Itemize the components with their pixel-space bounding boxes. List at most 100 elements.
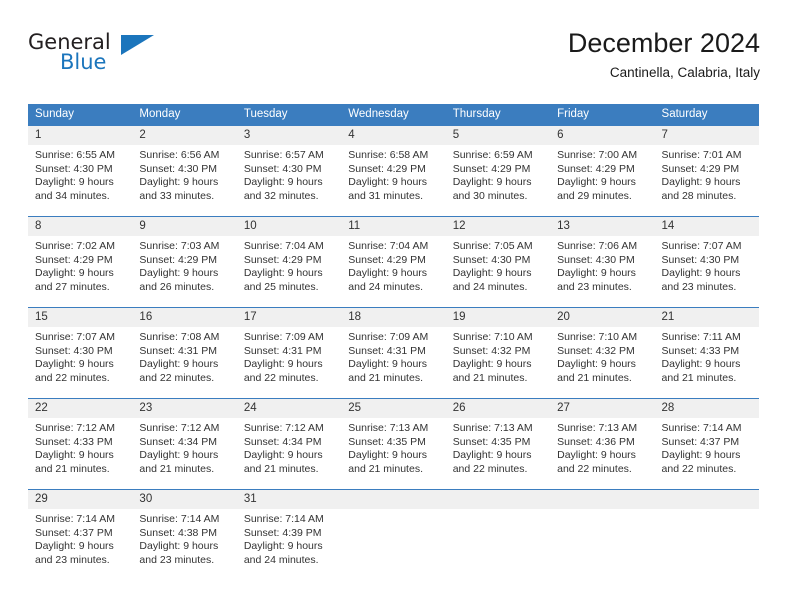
day-cell[interactable]: Sunrise: 6:55 AM Sunset: 4:30 PM Dayligh… bbox=[28, 145, 132, 216]
day-number: 24 bbox=[243, 402, 257, 414]
sunrise-text: Sunrise: 7:11 AM bbox=[661, 331, 741, 343]
day-cell-empty bbox=[655, 509, 759, 580]
sunrise-text: Sunrise: 6:55 AM bbox=[35, 149, 115, 161]
daylight-text-line2: and 32 minutes. bbox=[243, 189, 319, 202]
daylight-text-line1: Daylight: 9 hours bbox=[139, 449, 219, 462]
day-number: 6 bbox=[557, 129, 564, 141]
sunrise-text: Sunrise: 7:12 AM bbox=[243, 422, 324, 434]
sunset-text: Sunset: 4:35 PM bbox=[348, 435, 426, 448]
sunrise-text: Sunrise: 7:07 AM bbox=[661, 240, 742, 252]
page-title: December 2024 bbox=[567, 28, 760, 58]
day-cell[interactable]: Sunrise: 7:00 AM Sunset: 4:29 PM Dayligh… bbox=[550, 145, 654, 216]
sunrise-text: Sunrise: 6:56 AM bbox=[139, 149, 220, 161]
daylight-text-line2: and 22 minutes. bbox=[139, 371, 215, 384]
sunset-text: Sunset: 4:37 PM bbox=[661, 435, 740, 448]
day-cell[interactable]: Sunrise: 6:56 AM Sunset: 4:30 PM Dayligh… bbox=[132, 145, 236, 216]
sunrise-text: Sunrise: 7:01 AM bbox=[661, 149, 742, 161]
day-number: 17 bbox=[243, 311, 257, 323]
day-number: 27 bbox=[557, 402, 570, 414]
sunset-text: Sunset: 4:29 PM bbox=[452, 162, 531, 175]
daylight-text-line2: and 23 minutes. bbox=[139, 553, 215, 566]
daylight-text-line1: Daylight: 9 hours bbox=[348, 176, 428, 189]
day-cell[interactable]: Sunrise: 7:07 AM Sunset: 4:30 PM Dayligh… bbox=[655, 236, 759, 307]
daylight-text-line1: Daylight: 9 hours bbox=[139, 540, 219, 553]
sunrise-text: Sunrise: 6:58 AM bbox=[348, 149, 429, 161]
daylight-text-line2: and 26 minutes. bbox=[139, 280, 215, 293]
day-number-row: 22 23 24 25 26 27 28 bbox=[28, 399, 759, 418]
day-cell[interactable]: Sunrise: 7:12 AM Sunset: 4:33 PM Dayligh… bbox=[28, 418, 132, 489]
day-number: 20 bbox=[557, 311, 570, 323]
sunset-text: Sunset: 4:35 PM bbox=[452, 435, 531, 448]
day-cell[interactable]: Sunrise: 7:12 AM Sunset: 4:34 PM Dayligh… bbox=[132, 418, 236, 489]
daylight-text-line2: and 21 minutes. bbox=[661, 371, 737, 384]
day-cell[interactable]: Sunrise: 7:04 AM Sunset: 4:29 PM Dayligh… bbox=[237, 236, 341, 307]
day-cell[interactable]: Sunrise: 7:14 AM Sunset: 4:38 PM Dayligh… bbox=[132, 509, 236, 580]
day-cell[interactable]: Sunrise: 6:59 AM Sunset: 4:29 PM Dayligh… bbox=[446, 145, 550, 216]
sunrise-text: Sunrise: 7:14 AM bbox=[35, 513, 115, 525]
day-cell[interactable]: Sunrise: 6:58 AM Sunset: 4:29 PM Dayligh… bbox=[341, 145, 445, 216]
day-number: 2 bbox=[139, 129, 146, 141]
daylight-text-line2: and 21 minutes. bbox=[557, 371, 632, 384]
daylight-text-line2: and 21 minutes. bbox=[348, 462, 423, 475]
sunrise-text: Sunrise: 7:14 AM bbox=[139, 513, 220, 525]
sunset-text: Sunset: 4:33 PM bbox=[35, 435, 113, 448]
day-cell[interactable]: Sunrise: 7:14 AM Sunset: 4:37 PM Dayligh… bbox=[28, 509, 132, 580]
day-cell[interactable]: Sunrise: 7:09 AM Sunset: 4:31 PM Dayligh… bbox=[237, 327, 341, 398]
day-number bbox=[341, 490, 445, 509]
day-cell[interactable]: Sunrise: 7:12 AM Sunset: 4:34 PM Dayligh… bbox=[237, 418, 341, 489]
day-number: 21 bbox=[661, 311, 675, 323]
weekday-header-tuesday: Tuesday bbox=[243, 108, 288, 120]
daylight-text-line2: and 33 minutes. bbox=[139, 189, 215, 202]
sunrise-text: Sunrise: 7:04 AM bbox=[348, 240, 429, 252]
daylight-text-line2: and 22 minutes. bbox=[452, 462, 528, 475]
day-cell[interactable]: Sunrise: 7:13 AM Sunset: 4:35 PM Dayligh… bbox=[341, 418, 445, 489]
daylight-text-line1: Daylight: 9 hours bbox=[452, 449, 532, 462]
day-cell[interactable]: Sunrise: 7:13 AM Sunset: 4:35 PM Dayligh… bbox=[446, 418, 550, 489]
sunset-text: Sunset: 4:39 PM bbox=[243, 526, 322, 539]
day-cell[interactable]: Sunrise: 7:03 AM Sunset: 4:29 PM Dayligh… bbox=[132, 236, 236, 307]
sunset-text: Sunset: 4:30 PM bbox=[35, 344, 113, 357]
daylight-text-line1: Daylight: 9 hours bbox=[557, 449, 636, 462]
day-cell[interactable]: Sunrise: 7:06 AM Sunset: 4:30 PM Dayligh… bbox=[550, 236, 654, 307]
day-number bbox=[655, 490, 759, 509]
day-cell[interactable]: Sunrise: 7:02 AM Sunset: 4:29 PM Dayligh… bbox=[28, 236, 132, 307]
day-cell[interactable]: Sunrise: 7:10 AM Sunset: 4:32 PM Dayligh… bbox=[550, 327, 654, 398]
sunrise-text: Sunrise: 7:14 AM bbox=[661, 422, 742, 434]
daylight-text-line1: Daylight: 9 hours bbox=[661, 176, 741, 189]
day-cell[interactable]: Sunrise: 7:10 AM Sunset: 4:32 PM Dayligh… bbox=[446, 327, 550, 398]
daylight-text-line2: and 31 minutes. bbox=[348, 189, 423, 202]
daylight-text-line2: and 21 minutes. bbox=[243, 462, 319, 475]
sunset-text: Sunset: 4:36 PM bbox=[557, 435, 635, 448]
sunset-text: Sunset: 4:29 PM bbox=[243, 253, 322, 266]
day-cell[interactable]: Sunrise: 7:09 AM Sunset: 4:31 PM Dayligh… bbox=[341, 327, 445, 398]
day-cell[interactable]: Sunrise: 7:11 AM Sunset: 4:33 PM Dayligh… bbox=[655, 327, 759, 398]
week-row: 1 2 3 4 5 6 7 Sunrise: 6:55 AM Sunset: 4… bbox=[28, 125, 759, 216]
daylight-text-line1: Daylight: 9 hours bbox=[661, 267, 741, 280]
sunset-text: Sunset: 4:29 PM bbox=[35, 253, 113, 266]
sunrise-text: Sunrise: 7:04 AM bbox=[243, 240, 324, 252]
sunset-text: Sunset: 4:30 PM bbox=[557, 253, 635, 266]
day-cell[interactable]: Sunrise: 6:57 AM Sunset: 4:30 PM Dayligh… bbox=[237, 145, 341, 216]
sunset-text: Sunset: 4:30 PM bbox=[243, 162, 322, 175]
day-cell[interactable]: Sunrise: 7:08 AM Sunset: 4:31 PM Dayligh… bbox=[132, 327, 236, 398]
daylight-text-line2: and 30 minutes. bbox=[452, 189, 528, 202]
day-cell[interactable]: Sunrise: 7:04 AM Sunset: 4:29 PM Dayligh… bbox=[341, 236, 445, 307]
sunrise-text: Sunrise: 7:10 AM bbox=[557, 331, 638, 343]
day-cell[interactable]: Sunrise: 7:13 AM Sunset: 4:36 PM Dayligh… bbox=[550, 418, 654, 489]
daylight-text-line2: and 21 minutes. bbox=[35, 462, 110, 475]
daylight-text-line1: Daylight: 9 hours bbox=[661, 358, 741, 371]
sunset-text: Sunset: 4:30 PM bbox=[139, 162, 218, 175]
day-number: 23 bbox=[139, 402, 153, 414]
day-number: 19 bbox=[452, 311, 466, 323]
day-cell[interactable]: Sunrise: 7:05 AM Sunset: 4:30 PM Dayligh… bbox=[446, 236, 550, 307]
daylight-text-line2: and 22 minutes. bbox=[557, 462, 632, 475]
sunset-text: Sunset: 4:38 PM bbox=[139, 526, 218, 539]
day-cell[interactable]: Sunrise: 7:14 AM Sunset: 4:39 PM Dayligh… bbox=[237, 509, 341, 580]
page-header: General Blue December 2024 Cantinella, C… bbox=[28, 26, 760, 94]
day-number: 16 bbox=[139, 311, 153, 323]
sunset-text: Sunset: 4:34 PM bbox=[243, 435, 322, 448]
day-cell[interactable]: Sunrise: 7:14 AM Sunset: 4:37 PM Dayligh… bbox=[655, 418, 759, 489]
day-cell[interactable]: Sunrise: 7:01 AM Sunset: 4:29 PM Dayligh… bbox=[655, 145, 759, 216]
daylight-text-line2: and 27 minutes. bbox=[35, 280, 110, 293]
day-cell[interactable]: Sunrise: 7:07 AM Sunset: 4:30 PM Dayligh… bbox=[28, 327, 132, 398]
